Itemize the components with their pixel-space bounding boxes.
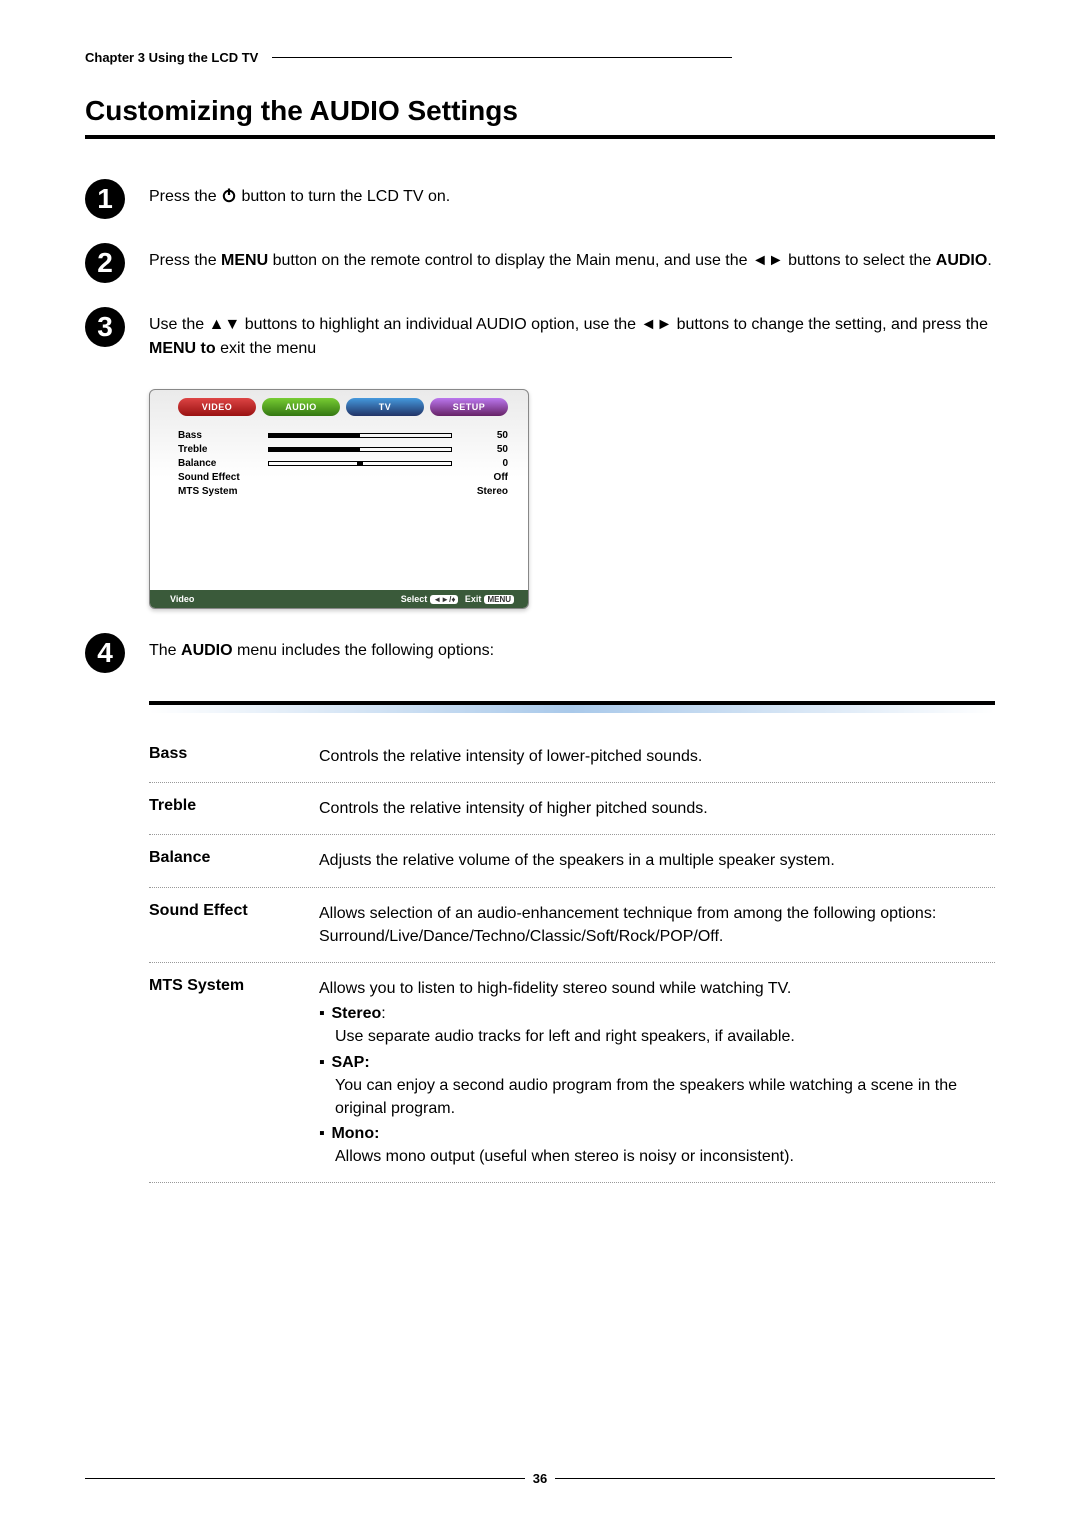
osd-bar [268, 433, 452, 438]
header-rule [272, 57, 732, 58]
osd-label: MTS System [178, 486, 268, 497]
page-footer: 36 [85, 1471, 995, 1486]
option-label: Balance [149, 849, 319, 872]
osd-bar [268, 447, 452, 452]
osd-label: Sound Effect [178, 472, 268, 483]
step-number-2: 2 [85, 243, 125, 283]
osd-select-label: Select [401, 594, 428, 604]
osd-value: 0 [462, 458, 508, 469]
footer-line-left [85, 1478, 525, 1479]
t: menu includes the following options: [233, 642, 495, 659]
osd-label: Balance [178, 458, 268, 469]
step-2: 2 Press the MENU button on the remote co… [85, 247, 995, 283]
t: Press the [149, 252, 221, 269]
audio-bold: AUDIO [181, 642, 233, 659]
option-desc: Allows you to listen to high-fidelity st… [319, 977, 995, 1169]
step-number-3: 3 [85, 307, 125, 347]
option-desc: Allows selection of an audio-enhancement… [319, 902, 995, 948]
menu-to-bold: MENU to [149, 340, 216, 357]
t: Use the ▲▼ buttons to highlight an indiv… [149, 316, 988, 333]
osd-label: Treble [178, 444, 268, 455]
step-1-text: Press the button to turn the LCD TV on. [149, 183, 450, 209]
t: . [987, 252, 991, 269]
osd-row-treble: Treble 50 [178, 444, 508, 455]
menu-bold: MENU [221, 252, 268, 269]
mts-mono-body: Allows mono output (useful when stereo i… [335, 1145, 995, 1168]
chapter-header: Chapter 3 Using the LCD TV [85, 50, 995, 65]
step-3: 3 Use the ▲▼ buttons to highlight an ind… [85, 311, 995, 361]
osd-exit-badge: MENU [484, 595, 514, 604]
osd-bar [268, 461, 452, 466]
osd-row-mts: MTS System Stereo [178, 486, 508, 497]
osd-label: Bass [178, 430, 268, 441]
osd-footer: Video Select◄►/♦ ExitMENU [150, 590, 528, 608]
mts-intro: Allows you to listen to high-fidelity st… [319, 980, 791, 997]
osd-exit-label: Exit [465, 594, 482, 604]
dotted-rule [149, 1182, 995, 1183]
option-row-mts: MTS System Allows you to listen to high-… [149, 963, 995, 1183]
osd-value: Off [462, 472, 508, 483]
option-desc: Controls the relative intensity of lower… [319, 745, 995, 768]
osd-row-balance: Balance 0 [178, 458, 508, 469]
chapter-header-text: Chapter 3 Using the LCD TV [85, 50, 258, 65]
osd-value: Stereo [462, 486, 508, 497]
mts-list: ▪ Stereo:Use separate audio tracks for l… [319, 1002, 995, 1168]
step-1-text-a: Press the [149, 188, 221, 205]
t: exit the menu [216, 340, 317, 357]
step-1: 1 Press the button to turn the LCD TV on… [85, 183, 995, 219]
osd-tab-video: VIDEO [178, 398, 256, 416]
option-label: Bass [149, 745, 319, 768]
step-4-text: The AUDIO menu includes the following op… [149, 637, 494, 663]
step-1-text-b: button to turn the LCD TV on. [237, 188, 450, 205]
step-4: 4 The AUDIO menu includes the following … [85, 637, 995, 673]
osd-value: 50 [462, 430, 508, 441]
option-label: Treble [149, 797, 319, 820]
mts-stereo: ▪ Stereo:Use separate audio tracks for l… [319, 1002, 995, 1048]
title-block: Customizing the AUDIO Settings [85, 95, 995, 139]
option-row-bass: Bass Controls the relative intensity of … [149, 731, 995, 782]
osd-tab-tv: TV [346, 398, 424, 416]
step-3-text: Use the ▲▼ buttons to highlight an indiv… [149, 311, 995, 361]
mts-stereo-head: Stereo [331, 1005, 381, 1022]
osd-row-sound-effect: Sound Effect Off [178, 472, 508, 483]
option-label: Sound Effect [149, 902, 319, 948]
t: The [149, 642, 181, 659]
mts-sap: ▪ SAP:You can enjoy a second audio progr… [319, 1051, 995, 1121]
footer-line-right [555, 1478, 995, 1479]
mts-mono: ▪ Mono:Allows mono output (useful when s… [319, 1122, 995, 1168]
osd-menu-screenshot: VIDEO AUDIO TV SETUP Bass 50 Treble 50 B… [149, 389, 529, 609]
t: button on the remote control to display … [268, 252, 936, 269]
option-desc: Adjusts the relative volume of the speak… [319, 849, 995, 872]
options-table: Bass Controls the relative intensity of … [149, 701, 995, 1183]
table-rule-gradient [149, 705, 995, 713]
osd-select-badge: ◄►/♦ [430, 595, 458, 604]
option-label: MTS System [149, 977, 319, 1169]
option-row-treble: Treble Controls the relative intensity o… [149, 783, 995, 834]
mts-sap-head: SAP: [331, 1054, 369, 1071]
page-number: 36 [525, 1471, 555, 1486]
osd-tabs: VIDEO AUDIO TV SETUP [150, 390, 528, 426]
osd-value: 50 [462, 444, 508, 455]
power-icon [221, 188, 237, 205]
mts-stereo-body: Use separate audio tracks for left and r… [335, 1025, 995, 1048]
step-2-text: Press the MENU button on the remote cont… [149, 247, 992, 273]
mts-mono-head: Mono: [331, 1125, 379, 1142]
option-row-balance: Balance Adjusts the relative volume of t… [149, 835, 995, 886]
osd-row-bass: Bass 50 [178, 430, 508, 441]
audio-bold: AUDIO [936, 252, 988, 269]
step-number-4: 4 [85, 633, 125, 673]
mts-sap-body: You can enjoy a second audio program fro… [335, 1074, 995, 1120]
step-number-1: 1 [85, 179, 125, 219]
option-desc: Controls the relative intensity of highe… [319, 797, 995, 820]
osd-tab-setup: SETUP [430, 398, 508, 416]
osd-footer-right: Select◄►/♦ ExitMENU [401, 594, 514, 604]
osd-footer-left: Video [170, 594, 194, 604]
osd-tab-audio: AUDIO [262, 398, 340, 416]
osd-list: Bass 50 Treble 50 Balance 0 Sound Effect… [150, 426, 528, 590]
page-title: Customizing the AUDIO Settings [85, 95, 995, 127]
title-rule [85, 135, 995, 139]
option-row-sound-effect: Sound Effect Allows selection of an audi… [149, 888, 995, 962]
